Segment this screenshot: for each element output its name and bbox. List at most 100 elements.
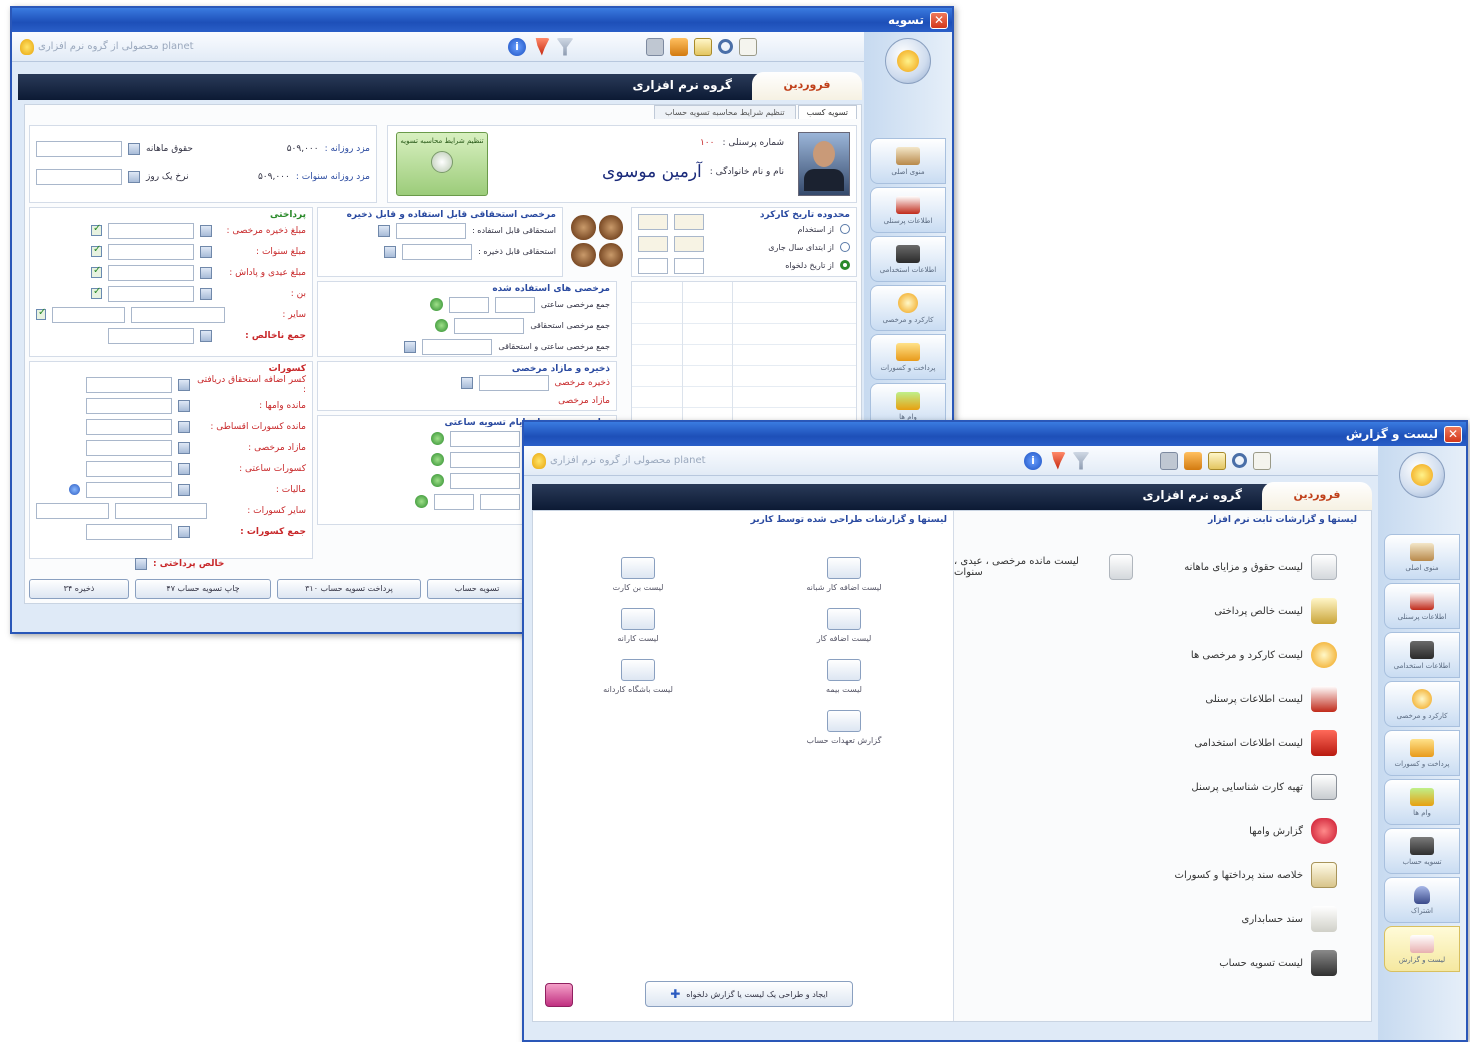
pin-icon[interactable]	[1051, 451, 1066, 470]
report-button[interactable]	[621, 659, 655, 681]
sidebar-item-users[interactable]: اشتراک	[1384, 877, 1460, 923]
days-field[interactable]	[422, 338, 493, 355]
date-field[interactable]	[674, 236, 704, 252]
lookup-icon[interactable]	[200, 245, 212, 258]
leave-reserve-field[interactable]	[402, 243, 473, 260]
report-button[interactable]	[827, 608, 861, 630]
lookup-icon[interactable]	[460, 377, 473, 389]
lookup-icon[interactable]	[178, 462, 190, 475]
other-field[interactable]	[450, 451, 520, 468]
lookup-icon[interactable]	[200, 224, 212, 237]
calculator-icon[interactable]	[646, 37, 664, 56]
date-field[interactable]	[674, 214, 704, 230]
payment-field[interactable]	[51, 306, 126, 323]
user-report[interactable]: لیست کارانه	[583, 608, 693, 643]
checkbox[interactable]	[91, 265, 102, 278]
other-field[interactable]	[480, 493, 520, 510]
lookup-icon[interactable]	[135, 557, 147, 570]
edit-icon[interactable]	[694, 37, 712, 56]
close-button[interactable]: ✕	[1444, 425, 1462, 443]
checkbox[interactable]	[91, 286, 102, 299]
report-item[interactable]: خلاصه سند پرداختها و کسورات	[1137, 853, 1337, 897]
total-field[interactable]	[108, 327, 194, 344]
settlement-button[interactable]: تسویه حساب	[427, 579, 527, 599]
report-item[interactable]: گزارش وامها	[1137, 809, 1337, 853]
lookup-icon[interactable]	[384, 245, 397, 258]
lookup-icon[interactable]	[200, 287, 212, 300]
tab-month[interactable]: فروردین	[1262, 482, 1372, 510]
sidebar-item-attendance[interactable]: کارکرد و مرخصی	[1384, 681, 1460, 727]
report-item[interactable]: تهیه کارت شناسایی پرسنل	[1137, 765, 1337, 809]
report-button[interactable]	[827, 659, 861, 681]
user-report[interactable]: لیست اضافه کار	[789, 608, 899, 643]
other-field[interactable]	[450, 430, 520, 447]
deduction-field[interactable]	[86, 397, 172, 414]
refresh-icon[interactable]	[415, 495, 428, 508]
refresh-icon[interactable]	[431, 453, 444, 466]
radio-selected[interactable]	[840, 260, 850, 270]
pin-icon[interactable]	[535, 37, 550, 56]
payment-field[interactable]	[108, 243, 194, 260]
sidebar-item-employment[interactable]: اطلاعات استخدامی	[870, 236, 946, 282]
lookup-icon[interactable]	[404, 340, 417, 353]
date-field[interactable]	[638, 258, 668, 274]
payment-other-desc[interactable]	[131, 306, 226, 323]
refresh-icon[interactable]	[431, 432, 444, 445]
other-field[interactable]	[450, 472, 520, 489]
report-button[interactable]	[621, 608, 655, 630]
deduction-other-desc[interactable]	[114, 502, 208, 519]
calculator-icon[interactable]	[1160, 451, 1178, 470]
user-report[interactable]: لیست بیمه	[789, 659, 899, 694]
user-report[interactable]: لیست بن کارت	[583, 557, 693, 592]
document-icon[interactable]	[739, 37, 757, 56]
days-field[interactable]	[448, 296, 489, 313]
sidebar-item-attendance[interactable]: کارکرد و مرخصی	[870, 285, 946, 331]
lookup-icon[interactable]	[178, 441, 190, 454]
sidebar-item-personnel[interactable]: اطلاعات پرسنلی	[1384, 583, 1460, 629]
design-report-button[interactable]: ایجاد و طراحی یک لیست یا گزارش دلخواه ✚	[645, 981, 853, 1007]
payment-field[interactable]	[108, 285, 194, 302]
report-item[interactable]: لیست کارکرد و مرخصی ها	[1137, 633, 1337, 677]
report-item[interactable]: لیست حقوق و مزایای ماهانه	[1137, 545, 1337, 589]
lookup-icon[interactable]	[378, 224, 391, 237]
subtab-settings[interactable]: تنظیم شرایط محاسبه تسویه حساب	[654, 105, 796, 119]
subtab-settlement[interactable]: تسویه کسب	[797, 105, 857, 119]
hours-field[interactable]	[494, 296, 535, 313]
sidebar-item-reports[interactable]: لیست و گزارش	[1384, 926, 1460, 972]
lookup-icon[interactable]	[178, 399, 190, 412]
user-report[interactable]: لیست باشگاه کاردانه	[583, 659, 693, 694]
report-item[interactable]: لیست خالص پرداختی	[1137, 589, 1337, 633]
deduction-field[interactable]	[86, 418, 172, 435]
report-item[interactable]: لیست مانده مرخصی ، عیدی ، سنوات	[954, 545, 1133, 589]
info-icon[interactable]: i	[508, 37, 526, 56]
deduction-field[interactable]	[36, 502, 109, 519]
lookup-icon[interactable]	[178, 420, 190, 433]
user-report[interactable]: گزارش تعهدات حساب	[789, 710, 899, 745]
sidebar-item-loans[interactable]: وام ها	[1384, 779, 1460, 825]
checkbox[interactable]	[91, 223, 102, 236]
pay-button[interactable]: پرداخت تسویه حساب ۳۱۰	[277, 579, 421, 599]
print-button[interactable]: چاپ تسویه حساب ۴۷	[135, 579, 271, 599]
payment-field[interactable]	[108, 264, 194, 281]
date-field[interactable]	[638, 214, 668, 230]
deduction-field[interactable]	[86, 460, 172, 477]
folder-icon[interactable]	[670, 37, 688, 56]
radio[interactable]	[840, 224, 850, 234]
folder-icon[interactable]	[1184, 451, 1202, 470]
refresh-icon[interactable]	[429, 298, 443, 311]
reserve-field[interactable]	[478, 375, 549, 391]
user-report[interactable]: لیست اضافه کار شبانه	[789, 557, 899, 592]
sidebar-item-personnel[interactable]: اطلاعات پرسنلی	[870, 187, 946, 233]
radio[interactable]	[840, 242, 850, 252]
deduction-field[interactable]	[86, 439, 172, 456]
search-icon[interactable]	[1232, 453, 1247, 468]
checkbox[interactable]	[36, 307, 46, 320]
search-icon[interactable]	[718, 39, 733, 54]
lookup-icon[interactable]	[178, 483, 190, 496]
document-icon[interactable]	[1253, 451, 1271, 470]
sidebar-item-main[interactable]: منوی اصلی	[1384, 534, 1460, 580]
leave-usable-field[interactable]	[396, 222, 467, 239]
filter-icon[interactable]	[1072, 451, 1090, 470]
other-field[interactable]	[434, 493, 474, 510]
checkbox[interactable]	[91, 244, 102, 257]
